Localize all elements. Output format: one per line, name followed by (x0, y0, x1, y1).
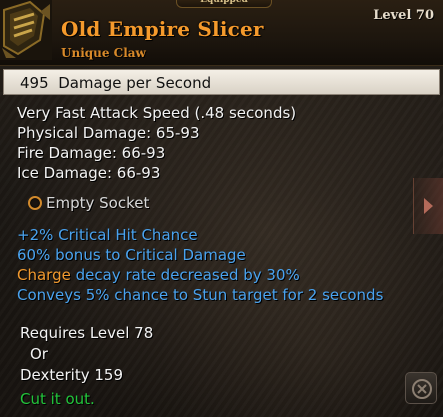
corner-button-icon[interactable] (405, 372, 437, 404)
attack-speed: Very Fast Attack Speed (.48 seconds) (17, 104, 297, 122)
arrow-right-icon[interactable] (413, 178, 443, 234)
charge-mod: Charge decay rate decreased by 30% (17, 266, 300, 284)
requires-level: Requires Level 78 (20, 324, 154, 342)
item-level: Level 70 (373, 8, 434, 23)
physical-damage: Physical Damage: 65-93 (17, 124, 200, 142)
dps-label: Damage per Second (58, 74, 212, 92)
item-type: Unique Claw (61, 46, 146, 60)
equipped-tab: Equipped (176, 0, 272, 8)
dps-value: 495 (20, 74, 49, 92)
crit-chance-mod: +2% Critical Hit Chance (17, 226, 198, 244)
dps-bar: 495 Damage per Second (3, 69, 440, 95)
charge-keyword: Charge (17, 266, 71, 284)
charge-rest: decay rate decreased by 30% (75, 266, 300, 284)
claw-item-icon (0, 0, 52, 60)
tooltip-header: Equipped Old Empire Slicer Unique Claw L… (0, 0, 443, 66)
requirement-or: Or (30, 345, 48, 363)
item-tooltip: Equipped Old Empire Slicer Unique Claw L… (0, 0, 443, 417)
stun-mod: Conveys 5% chance to Stun target for 2 s… (17, 286, 384, 304)
item-name: Old Empire Slicer (61, 17, 264, 41)
flavor-text: Cut it out. (20, 390, 95, 408)
crit-damage-mod: 60% bonus to Critical Damage (17, 246, 246, 264)
socket-label: Empty Socket (46, 194, 150, 212)
requires-dexterity: Dexterity 159 (20, 366, 123, 384)
fire-damage: Fire Damage: 66-93 (17, 144, 166, 162)
socket-icon (28, 196, 42, 210)
dps-text: 495 Damage per Second (20, 74, 211, 92)
ice-damage: Ice Damage: 66-93 (17, 164, 161, 182)
